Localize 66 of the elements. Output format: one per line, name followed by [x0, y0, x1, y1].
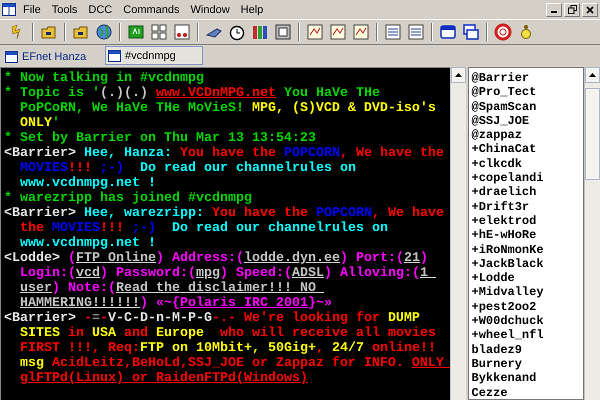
menu-item[interactable]: DCC	[88, 4, 112, 16]
nick-item[interactable]: @Pro_Tect	[472, 85, 536, 100]
menu-item[interactable]: Window	[190, 4, 230, 16]
notepad-icon[interactable]	[329, 23, 347, 41]
nick-item[interactable]: +clkcdk	[472, 156, 522, 172]
notepad-icon[interactable]	[352, 23, 370, 41]
window-icon	[108, 50, 121, 62]
menu-item[interactable]: Commands	[123, 4, 180, 16]
globe-icon[interactable]	[95, 23, 113, 41]
app-icon[interactable]	[2, 3, 16, 16]
windows-icon[interactable]	[462, 23, 480, 41]
nick-item[interactable]: +Lodde	[472, 271, 515, 286]
close-icon	[586, 6, 594, 14]
nick-item[interactable]: +copelandi	[472, 171, 544, 186]
squares-icon[interactable]	[150, 23, 168, 41]
square-icon[interactable]	[173, 23, 191, 41]
nick-item[interactable]: @SSJ_JOE	[472, 114, 530, 128]
nick-item[interactable]: +Drift3r	[472, 200, 530, 214]
nick-item[interactable]: Burnery	[472, 356, 522, 372]
window-icon	[5, 50, 18, 62]
channel-tab[interactable]: #vcdnmpg	[105, 46, 203, 65]
clock-icon[interactable]	[228, 23, 246, 41]
up-arrow-icon[interactable]	[454, 73, 462, 77]
chat-message: <Lodde> (FTP Online) Address:(lodde.dyn.ee) Port:(21) Login:(vcd) Password:(mpg) Speed:(ADSL) Alloving:(1 user) Note:(Read the disclaimer!!! NO HAMMERING!!!!!!) «~{Polaris IRC 2001}~»	[4, 251, 429, 311]
minimize-button[interactable]	[546, 2, 562, 16]
chat-message: * Topic is '(.)(.) www.VCDnMPG.net You HaVe THe PoPCoRN, We HaVe THe MoVieS! MPG, (S)VCD & DVD-iso's ONLY'	[4, 86, 437, 131]
close-button[interactable]	[582, 2, 598, 16]
chat-message: <Barrier> -=-V-C-D-n-M-P-G-.- We're looking for DUMP SITES in USA and Europe who will receive all movies FIRST !!!, Req:FTP on 10Mbit+, 50Gig+, 24/7 online!! msg AcidLeitz,BeHoLd,SSJ_JOE or Zappaz for INFO. ONLY glFTPd(Linux) or RaidenFTPd(Windows)	[4, 311, 444, 386]
nick-item[interactable]: +ChinaCat	[472, 142, 536, 157]
menu-item[interactable]: Tools	[52, 4, 78, 16]
chat-message: <Barrier> Hee, warezripp: You have the POPCORN, We have the MOVIES!!! ;-) Do read our channelrules on www.vcdnmpg.net !	[4, 206, 444, 251]
nick-item[interactable]: +iRoNmonKe	[472, 242, 544, 257]
nick-item[interactable]: +elektrod	[472, 214, 536, 228]
restore-icon	[568, 5, 576, 14]
nick-item[interactable]: +Midvalley	[472, 285, 544, 300]
nick-item[interactable]: Bykkenand	[472, 371, 536, 386]
chat-message: <Barrier> Hee, Hanza: You have the POPCORN, We have the MOVIES!!! ;-) Do read our channelrules on www.vcdnmpg.net !	[4, 146, 444, 191]
restore-button[interactable]	[564, 2, 580, 16]
books-icon[interactable]	[251, 23, 269, 41]
notepad-icon[interactable]	[306, 23, 324, 41]
up-arrow-icon[interactable]	[589, 73, 596, 77]
nick-item[interactable]: @zappaz	[472, 128, 522, 142]
chat-message: * Now talking in #vcdnmpg	[4, 71, 205, 86]
square-icon[interactable]	[127, 23, 145, 41]
nick-item[interactable]: Cezze	[472, 386, 508, 399]
list-icon[interactable]	[407, 23, 425, 41]
nick-item[interactable]: @Barrier	[472, 71, 530, 86]
menu-item[interactable]: Help	[240, 4, 264, 16]
lifebuoy-icon[interactable]	[494, 23, 512, 41]
nick-item[interactable]: +pest2oo2	[472, 300, 536, 314]
nick-item[interactable]: +JackBlack	[472, 256, 544, 272]
nick-item[interactable]: @SpamScan	[472, 100, 536, 114]
nick-item[interactable]: +W00dchuck	[472, 314, 544, 328]
nick-item[interactable]: +draelich	[472, 185, 536, 200]
window-icon[interactable]	[439, 23, 457, 41]
nick-item[interactable]: +wheel_nfl	[472, 328, 544, 343]
nick-item[interactable]: +hE-wHoRe	[472, 228, 536, 243]
chat-message: * warezripp has joined #vcdnmpg	[4, 191, 253, 206]
minimize-icon	[551, 11, 557, 13]
scrollbar[interactable]	[450, 67, 466, 400]
list-icon[interactable]	[384, 23, 402, 41]
chat-message: * Set by Barrier on Thu Mar 13 13:54:23	[4, 131, 317, 146]
menu-item[interactable]: File	[23, 4, 41, 16]
channel-tab[interactable]: EFnet Hanza	[3, 48, 101, 65]
scrollbar[interactable]	[584, 67, 600, 400]
nick-item[interactable]: bladez9	[472, 342, 522, 357]
